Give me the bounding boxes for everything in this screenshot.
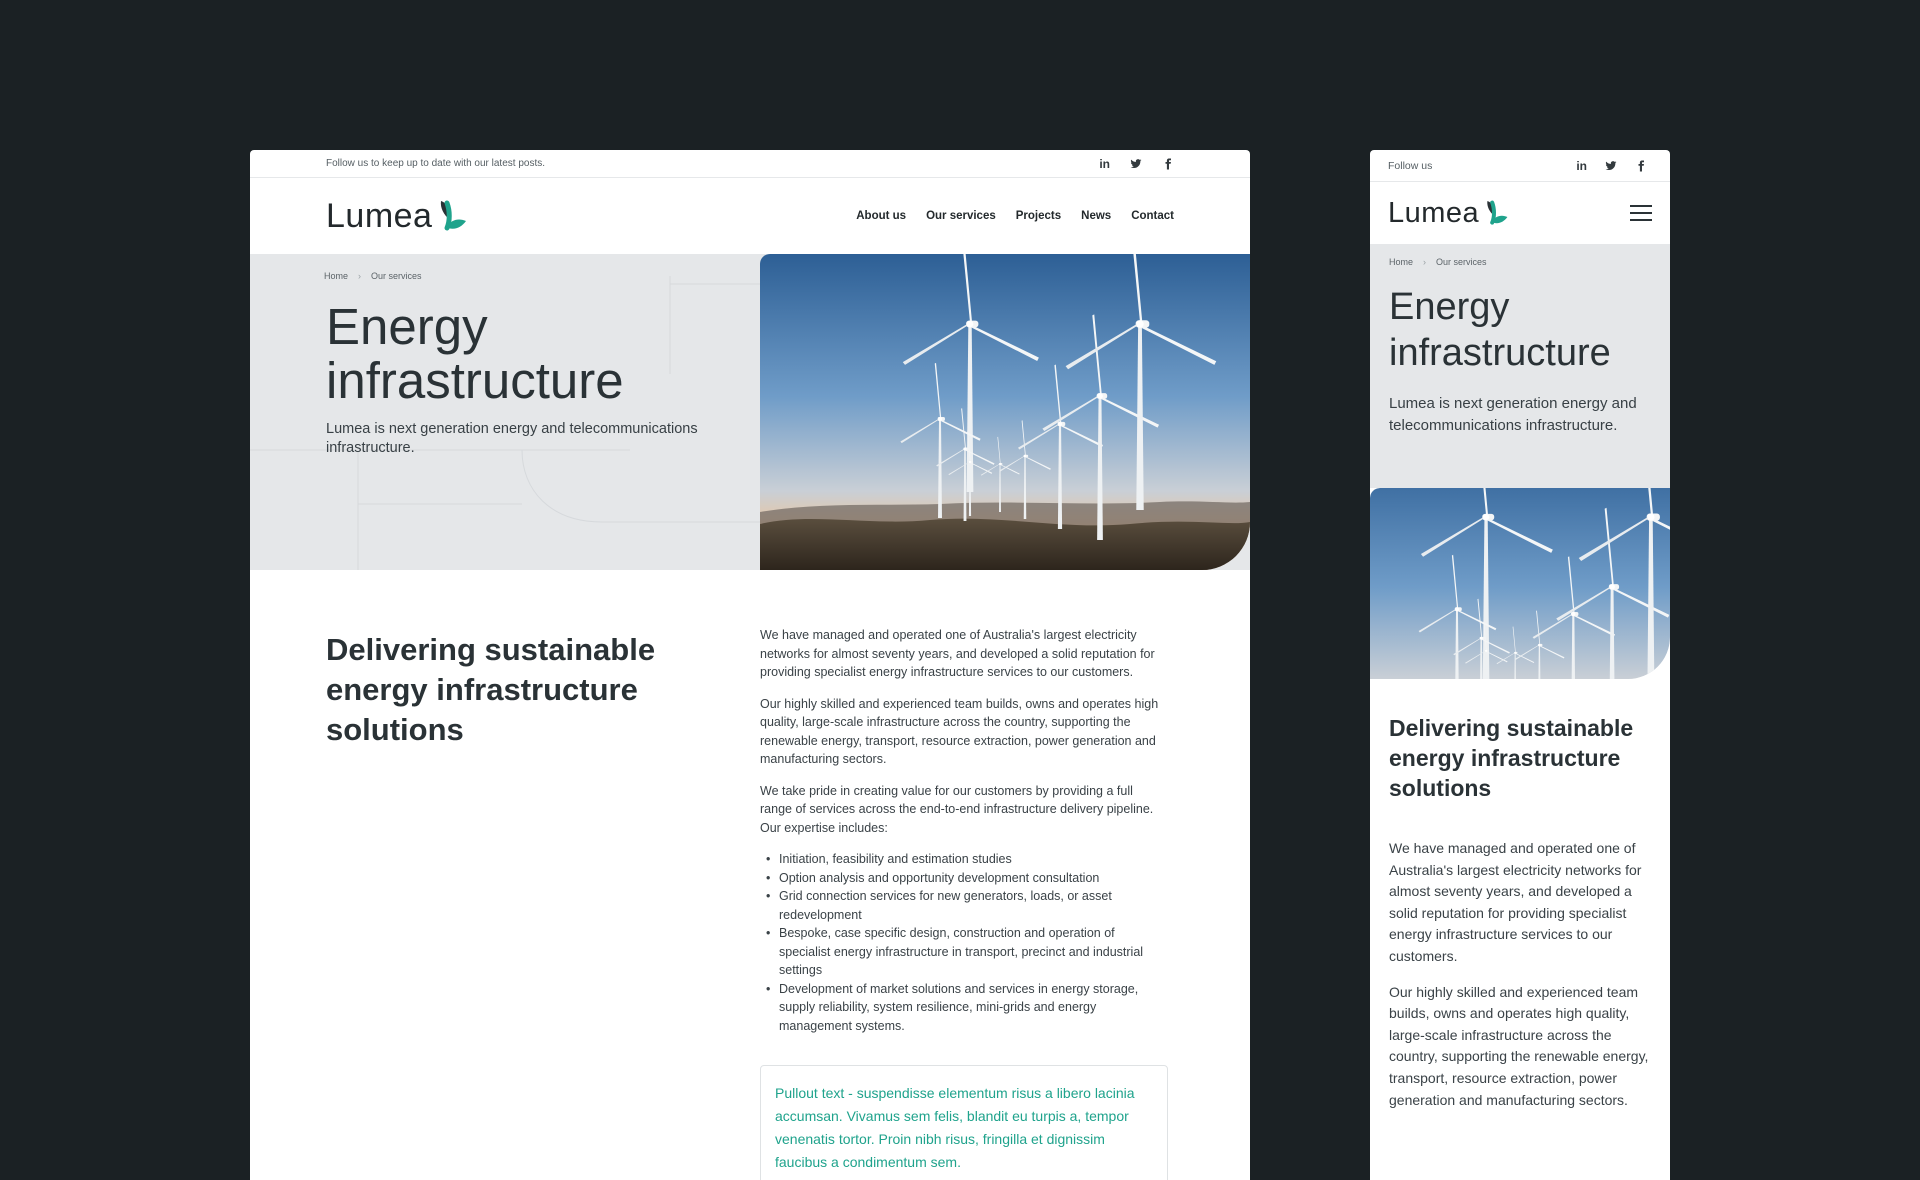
content-column: We have managed and operated one of Aust… [760, 626, 1168, 1180]
paragraph: We take pride in creating value for our … [760, 783, 1154, 835]
leaf-logo-icon [441, 200, 467, 231]
breadcrumb-home[interactable]: Home [1389, 257, 1413, 267]
leaf-logo-icon [1487, 200, 1508, 225]
list-item: Development of market solutions and serv… [760, 980, 1168, 1036]
section-heading: Delivering sustainable energy infrastruc… [1389, 715, 1634, 801]
social-links: in [1576, 159, 1647, 173]
desktop-mockup: Follow us to keep up to date with our la… [250, 150, 1250, 1180]
nav-projects[interactable]: Projects [1016, 210, 1061, 222]
hero: Home › Our services Energy infrastructur… [1370, 244, 1670, 488]
page-title-line1: Energy [1389, 286, 1510, 328]
breadcrumb: Home › Our services [1389, 257, 1487, 267]
mobile-mockup: Follow us in Lumea Home › Our services E… [1370, 150, 1670, 1180]
expertise-list: Initiation, feasibility and estimation s… [760, 850, 1168, 1035]
page-title: Energy infrastructure [1389, 284, 1611, 376]
topbar: Follow us to keep up to date with our la… [250, 150, 1250, 178]
chevron-right-icon: › [358, 271, 362, 281]
twitter-icon[interactable] [1605, 160, 1617, 172]
hero-lede: Lumea is next generation energy and tele… [1389, 395, 1637, 434]
content-section: Delivering sustainable energy infrastruc… [1370, 679, 1670, 1111]
paragraph: We have managed and operated one of Aust… [1389, 840, 1642, 964]
list-item: Initiation, feasibility and estimation s… [760, 850, 1168, 869]
list-item: Bespoke, case specific design, construct… [760, 924, 1168, 980]
hamburger-menu-icon[interactable] [1630, 205, 1652, 221]
linkedin-icon[interactable]: in [1099, 157, 1110, 171]
wind-turbines-image [760, 254, 1250, 570]
breadcrumb-current: Our services [371, 271, 422, 281]
topbar-message: Follow us to keep up to date with our la… [326, 158, 546, 169]
logo-wordmark: Lumea [326, 196, 433, 235]
pullout-quote: Pullout text - suspendisse elementum ris… [760, 1065, 1168, 1180]
page-title-line2: infrastructure [326, 352, 624, 409]
section-heading: Delivering sustainable energy infrastruc… [326, 632, 656, 747]
nav-news[interactable]: News [1081, 210, 1111, 222]
breadcrumb: Home › Our services [324, 271, 422, 281]
facebook-icon[interactable] [1635, 160, 1647, 172]
site-header: Lumea [1370, 182, 1670, 244]
site-header: Lumea About us Our services Projects New… [250, 178, 1250, 254]
facebook-icon[interactable] [1162, 158, 1174, 170]
page-title-line1: Energy [326, 298, 488, 355]
topbar-message: Follow us [1388, 159, 1433, 172]
paragraph: We have managed and operated one of Aust… [760, 628, 1155, 679]
twitter-icon[interactable] [1130, 158, 1142, 170]
nav-about-us[interactable]: About us [856, 210, 906, 222]
breadcrumb-home[interactable]: Home [324, 271, 348, 281]
page-title: Energy infrastructure [326, 300, 624, 408]
paragraph: Our highly skilled and experienced team … [760, 696, 1159, 767]
lumea-logo[interactable]: Lumea [1388, 197, 1509, 230]
linkedin-icon[interactable]: in [1576, 159, 1587, 173]
topbar: Follow us in [1370, 150, 1670, 182]
list-item: Option analysis and opportunity developm… [760, 869, 1168, 888]
main-nav: About us Our services Projects News Cont… [856, 210, 1174, 222]
page-title-line2: infrastructure [1389, 332, 1611, 374]
hero-lede: Lumea is next generation energy and tele… [326, 421, 698, 456]
hero: Home › Our services Energy infrastructur… [250, 254, 1250, 570]
chevron-right-icon: › [1423, 257, 1427, 267]
logo-wordmark: Lumea [1388, 196, 1480, 229]
list-item: Grid connection services for new generat… [760, 887, 1168, 924]
lumea-logo[interactable]: Lumea [326, 197, 468, 236]
breadcrumb-current: Our services [1436, 257, 1487, 267]
nav-our-services[interactable]: Our services [926, 210, 996, 222]
social-links: in [1099, 157, 1174, 171]
paragraph: Our highly skilled and experienced team … [1389, 983, 1649, 1108]
nav-contact[interactable]: Contact [1131, 210, 1174, 222]
wind-turbines-image [1370, 488, 1670, 679]
